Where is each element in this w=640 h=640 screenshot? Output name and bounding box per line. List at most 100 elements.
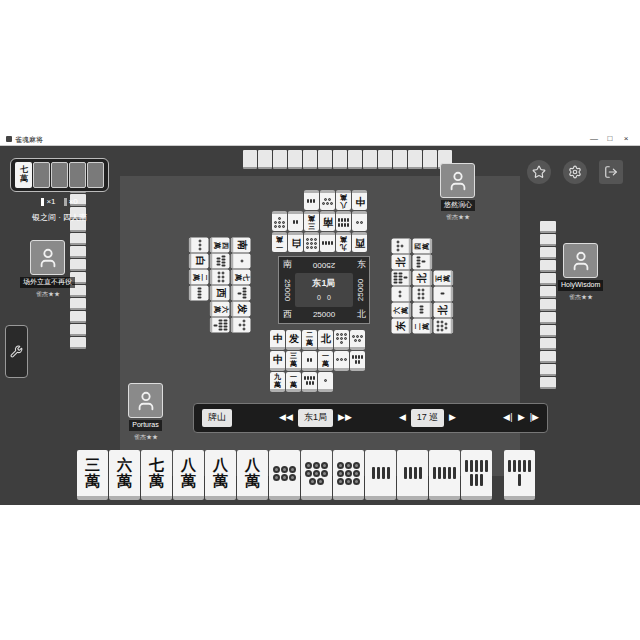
- discard-pond: 中发二萬北中三萬一萬九萬一萬: [270, 330, 365, 392]
- tile: 东: [392, 319, 412, 334]
- dora-panel: 七萬×1×0银之间 · 四人南: [10, 158, 109, 224]
- tile: 北: [413, 271, 433, 286]
- tile[interactable]: [397, 450, 428, 500]
- window-control[interactable]: ×: [618, 135, 634, 143]
- round-counter: 0: [317, 293, 321, 304]
- face-down-tile: [51, 162, 68, 188]
- player-tag: HolyWisdom 雀杰★★: [558, 243, 603, 302]
- tile: 发: [286, 330, 301, 350]
- honba-count: ×0: [64, 196, 78, 208]
- tile: 二萬: [189, 270, 209, 285]
- tile[interactable]: [269, 450, 300, 500]
- hidden-hand: [540, 221, 556, 389]
- exit-button[interactable]: [599, 160, 623, 184]
- score-center: 南25000东25000东1局0025000西25000北: [278, 256, 370, 324]
- player-name: HolyWisdom: [558, 280, 603, 291]
- face-down-tile: [33, 162, 50, 188]
- tile: [210, 254, 230, 269]
- replay-control[interactable]: ◀|: [503, 411, 512, 425]
- replay-control[interactable]: ◀◀: [279, 411, 293, 425]
- tile: 二萬: [302, 330, 317, 350]
- wall-button[interactable]: 牌山: [202, 409, 232, 427]
- tile[interactable]: [301, 450, 332, 500]
- tile: 一萬: [272, 232, 287, 252]
- tile[interactable]: 八萬: [173, 450, 204, 500]
- tile[interactable]: 七萬: [141, 450, 172, 500]
- tile: [392, 271, 412, 286]
- hidden-hand: [243, 150, 452, 169]
- tile: [434, 319, 454, 334]
- tile: 一萬: [286, 372, 301, 392]
- replay-control[interactable]: ◀: [399, 411, 406, 425]
- tile: 五萬: [434, 271, 454, 286]
- tile: 三萬: [286, 351, 301, 371]
- wrench-icon: [10, 345, 23, 358]
- tile: 八萬: [336, 190, 351, 210]
- tile: [189, 238, 209, 253]
- window-control[interactable]: □: [602, 135, 618, 143]
- tile: [392, 287, 412, 302]
- tile: 北: [318, 330, 333, 350]
- tile[interactable]: [365, 450, 396, 500]
- replay-control[interactable]: ▶: [518, 411, 525, 425]
- tile: [413, 255, 433, 270]
- tile: [288, 211, 303, 231]
- avatar-icon: [37, 247, 59, 269]
- settings-button[interactable]: [563, 160, 587, 184]
- avatar[interactable]: [563, 243, 598, 278]
- tile: [302, 372, 317, 392]
- player-rank: 雀杰★★: [569, 293, 593, 302]
- tile: 九萬: [336, 232, 351, 252]
- tile: 中: [270, 330, 285, 350]
- tile: [350, 351, 365, 371]
- tile[interactable]: 八萬: [205, 450, 236, 500]
- player-score: 25000: [295, 307, 353, 323]
- tile[interactable]: [504, 450, 535, 500]
- tile: 南: [320, 211, 335, 231]
- avatar-icon: [135, 390, 157, 412]
- tile: [434, 287, 454, 302]
- tile: 南: [231, 238, 251, 253]
- tile[interactable]: [461, 450, 492, 500]
- tile: [272, 211, 287, 231]
- replay-control[interactable]: |▶: [530, 411, 539, 425]
- tools-tab[interactable]: [5, 325, 28, 378]
- discard-pond: 东六萬北二萬北四萬北五萬: [392, 239, 454, 334]
- game-table: 七萬×1×0银之间 · 四人南场外立直不再役雀杰★★悠然润心雀杰★★HolyWi…: [0, 146, 640, 505]
- tile[interactable]: 三萬: [77, 450, 108, 500]
- tile: [304, 190, 319, 210]
- tile: 西: [210, 286, 230, 301]
- avatar[interactable]: [30, 240, 65, 275]
- tile: [210, 270, 230, 285]
- tile: [320, 232, 335, 252]
- discard-pond: 西九萬白一萬南三萬中八萬: [272, 190, 367, 252]
- tile: [334, 351, 349, 371]
- tile[interactable]: 八萬: [237, 450, 268, 500]
- tile: 北: [434, 303, 454, 318]
- tile: 二萬: [413, 319, 433, 334]
- replay-control[interactable]: ▶▶: [338, 411, 352, 425]
- replay-control[interactable]: ▶: [449, 411, 456, 425]
- riichi-stick-count: ×1: [41, 196, 55, 208]
- window-control[interactable]: —: [586, 135, 602, 143]
- avatar-icon: [447, 170, 469, 192]
- window-title: 雀魂麻将: [15, 136, 43, 143]
- tile[interactable]: [333, 450, 364, 500]
- tile: [392, 239, 412, 254]
- tile: [320, 190, 335, 210]
- replay-group: ◀◀东1局▶▶: [279, 409, 352, 427]
- favorite-button[interactable]: [527, 160, 551, 184]
- tile: [302, 351, 317, 371]
- tile[interactable]: 六萬: [109, 450, 140, 500]
- tile: [352, 211, 367, 231]
- seat-wind: 东: [353, 257, 369, 273]
- avatar[interactable]: [128, 383, 163, 418]
- avatar[interactable]: [440, 163, 475, 198]
- tile: 白: [288, 232, 303, 252]
- tile: [336, 211, 351, 231]
- player-hand: 三萬六萬七萬八萬八萬八萬: [77, 450, 535, 500]
- tile: [334, 330, 349, 350]
- tile: [318, 372, 333, 392]
- seat-wind: 西: [279, 307, 295, 323]
- tile[interactable]: [429, 450, 460, 500]
